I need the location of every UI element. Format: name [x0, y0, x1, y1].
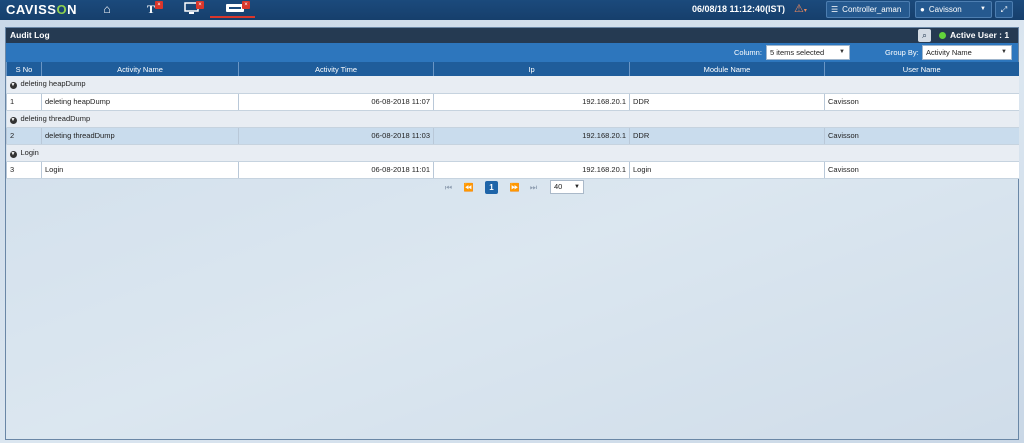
controller-dropdown[interactable]: ☰ Controller_aman: [826, 1, 910, 18]
group-header-row[interactable]: ▼ deleting threadDump: [6, 110, 1019, 128]
group-header-row[interactable]: ▼ deleting heapDump: [6, 76, 1019, 94]
cell-module-name: Login: [629, 161, 825, 179]
cell-activity-name: deleting heapDump: [41, 93, 239, 111]
search-icon[interactable]: ⌕: [918, 29, 931, 42]
cell-activity-name: Login: [41, 161, 239, 179]
caret-down-icon: ▼: [1001, 49, 1007, 55]
home-icon[interactable]: ⌂: [99, 2, 115, 17]
chevron-down-icon[interactable]: ▼: [9, 150, 17, 158]
close-badge-icon[interactable]: ×: [242, 1, 250, 9]
cell-user-name: Cavisson: [824, 127, 1019, 145]
cavisson-logo: CAVISSON: [6, 2, 77, 17]
caret-down-icon: ▼: [574, 184, 580, 190]
expand-icon[interactable]: ⤢: [995, 1, 1013, 18]
cell-sno: 1: [6, 93, 42, 111]
cell-activity-time: 06-08-2018 11:01: [238, 161, 434, 179]
cell-ip: 192.168.20.1: [433, 93, 630, 111]
server-datetime: 06/08/18 11:12:40(IST): [692, 4, 786, 14]
chevron-down-icon[interactable]: ▼: [9, 82, 17, 90]
active-user-status: Active User : 1: [939, 30, 1009, 40]
group-by-select[interactable]: Activity Name ▼: [922, 45, 1012, 60]
top-bar: CAVISSON ⌂ T × × × 06/08/18 11:12:40(IST)…: [0, 0, 1024, 20]
table-row[interactable]: 1 deleting heapDump 06-08-2018 11:07 192…: [6, 93, 1019, 111]
group-header-row[interactable]: ▼ Login: [6, 144, 1019, 162]
cell-sno: 3: [6, 161, 42, 179]
page-size-select[interactable]: 40 ▼: [550, 180, 584, 194]
last-page-icon[interactable]: ⏭: [527, 181, 540, 194]
cell-sno: 2: [6, 127, 42, 145]
chevron-down-icon[interactable]: ▼: [9, 116, 17, 124]
cell-module-name: DDR: [629, 127, 825, 145]
cell-module-name: DDR: [629, 93, 825, 111]
table-row[interactable]: 2 deleting threadDump 06-08-2018 11:03 1…: [6, 127, 1019, 145]
column-header-activity-time[interactable]: Activity Time: [238, 62, 434, 76]
filter-bar: Column: 5 items selected ▼ Group By: Acti…: [6, 43, 1018, 62]
column-label: Column:: [734, 48, 762, 57]
audit-log-panel: Audit Log ⌕ Active User : 1 Column: 5 it…: [5, 27, 1019, 440]
column-header-ip[interactable]: Ip: [433, 62, 630, 76]
cell-activity-name: deleting threadDump: [41, 127, 239, 145]
cell-activity-time: 06-08-2018 11:03: [238, 127, 434, 145]
audit-log-table: S No Activity Name Activity Time Ip Modu…: [6, 62, 1019, 179]
cell-ip: 192.168.20.1: [433, 127, 630, 145]
cell-user-name: Cavisson: [824, 93, 1019, 111]
text-tool-icon[interactable]: T ×: [143, 1, 163, 17]
online-status-icon: [939, 32, 946, 39]
caret-down-icon: ▼: [980, 6, 986, 12]
cell-activity-time: 06-08-2018 11:07: [238, 93, 434, 111]
cell-ip: 192.168.20.1: [433, 161, 630, 179]
previous-page-icon[interactable]: ⏪: [462, 181, 475, 194]
table-row[interactable]: 3 Login 06-08-2018 11:01 192.168.20.1 Lo…: [6, 161, 1019, 179]
next-page-icon[interactable]: ⏩: [508, 181, 521, 194]
column-header-module-name[interactable]: Module Name: [629, 62, 825, 76]
caret-down-icon: ▼: [839, 49, 845, 55]
adl-icon[interactable]: ×: [224, 1, 250, 17]
panel-title: Audit Log: [10, 30, 50, 40]
cell-user-name: Cavisson: [824, 161, 1019, 179]
column-select[interactable]: 5 items selected ▼: [766, 45, 850, 60]
monitor-icon[interactable]: ×: [183, 1, 204, 17]
page-number-button[interactable]: 1: [485, 181, 498, 194]
group-by-label: Group By:: [885, 48, 919, 57]
column-header-sno[interactable]: S No: [6, 62, 42, 76]
table-header-row: S No Activity Name Activity Time Ip Modu…: [6, 62, 1019, 76]
user-icon: ●: [920, 5, 925, 14]
close-badge-icon[interactable]: ×: [155, 1, 163, 9]
list-icon: ☰: [831, 5, 839, 14]
user-menu-button[interactable]: ● Cavisson ▼: [915, 1, 992, 18]
first-page-icon[interactable]: ⏮: [442, 181, 455, 194]
column-header-activity-name[interactable]: Activity Name: [41, 62, 239, 76]
active-tab-indicator: [210, 16, 255, 18]
panel-header: Audit Log ⌕ Active User : 1: [6, 28, 1018, 43]
column-header-user-name[interactable]: User Name: [824, 62, 1019, 76]
alert-icon[interactable]: ⚠▾: [794, 2, 807, 15]
close-badge-icon[interactable]: ×: [196, 1, 204, 9]
